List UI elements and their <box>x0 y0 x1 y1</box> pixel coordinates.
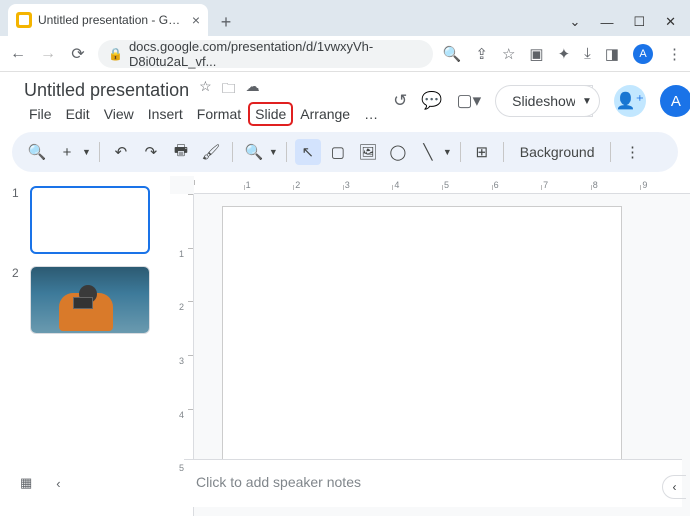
browser-menu-icon[interactable]: ⋮ <box>667 45 682 63</box>
line-tool[interactable]: ╲ <box>415 139 441 165</box>
cloud-status-icon[interactable]: ☁ <box>246 78 260 102</box>
minimize-icon[interactable]: — <box>600 15 613 30</box>
slide-canvas[interactable] <box>222 206 622 466</box>
undo-button[interactable]: ↶ <box>108 139 134 165</box>
url-text: docs.google.com/presentation/d/1vwxyVh-D… <box>129 39 423 69</box>
new-slide-dropdown[interactable]: ▼ <box>82 147 91 157</box>
menu-edit[interactable]: Edit <box>61 104 95 124</box>
menu-view[interactable]: View <box>99 104 139 124</box>
new-tab-button[interactable]: + <box>212 8 240 36</box>
comments-icon[interactable]: 💬 <box>421 91 442 111</box>
notes-placeholder: Click to add speaker notes <box>196 474 361 490</box>
redo-button[interactable]: ↷ <box>138 139 164 165</box>
share-url-icon[interactable]: ⇪ <box>475 45 488 63</box>
sidepanel-icon[interactable]: ◨ <box>605 45 619 63</box>
zoom-icon[interactable]: 🔍 <box>443 45 462 63</box>
paint-format-button[interactable]: 🖌 <box>198 139 224 165</box>
line-dropdown[interactable]: ▼ <box>443 147 452 157</box>
downloads-icon[interactable]: ⤓ <box>584 45 591 62</box>
slideshow-dropdown[interactable]: ▼ <box>575 85 600 117</box>
thumbnail-number: 2 <box>12 266 22 334</box>
menu-…[interactable]: … <box>359 104 383 124</box>
extensions-icon[interactable]: ✦ <box>558 45 571 63</box>
zoom-dropdown[interactable]: ▼ <box>269 147 278 157</box>
zoom-button[interactable]: 🔍 <box>241 139 267 165</box>
select-tool[interactable]: ↖ <box>295 139 321 165</box>
menu-slide[interactable]: Slide <box>250 104 291 124</box>
history-icon[interactable]: ↺ <box>393 91 407 111</box>
menu-bar: FileEditViewInsertFormatSlideArrange… <box>24 104 383 124</box>
search-menus-icon[interactable]: 🔍 <box>24 139 50 165</box>
address-bar: ← → ⟳ 🔒 docs.google.com/presentation/d/1… <box>0 36 690 72</box>
textbox-tool[interactable]: ▢ <box>325 139 351 165</box>
thumbnail-slide[interactable] <box>30 266 150 334</box>
move-doc-icon[interactable]: 🗀 <box>222 78 236 102</box>
shape-tool[interactable]: ◯ <box>385 139 411 165</box>
print-button[interactable]: 🖶 <box>168 139 194 165</box>
meet-icon[interactable]: ▢▾ <box>457 91 482 111</box>
menu-format[interactable]: Format <box>192 104 246 124</box>
reload-button[interactable]: ⟳ <box>68 44 88 64</box>
menu-arrange[interactable]: Arrange <box>295 104 355 124</box>
browser-tab[interactable]: Untitled presentation - Google Slides × <box>8 4 208 36</box>
comment-add-button[interactable]: ⊞ <box>469 139 495 165</box>
back-button[interactable]: ← <box>8 45 28 63</box>
window-controls: ⌄ — ☐ ✕ <box>570 14 690 36</box>
menu-insert[interactable]: Insert <box>143 104 188 124</box>
prev-slide-icon[interactable]: ‹ <box>56 476 60 491</box>
profile-avatar[interactable]: A <box>633 44 653 64</box>
background-button[interactable]: Background <box>512 144 603 160</box>
thumbnail-row: 2 <box>12 266 158 334</box>
grid-view-icon[interactable]: ▦ <box>20 475 32 491</box>
chevron-down-icon[interactable]: ⌄ <box>570 14 581 30</box>
slideshow-split-button[interactable]: Slideshow ▼ <box>495 85 600 117</box>
slide[interactable] <box>223 207 621 465</box>
thumbnail-row: 1 <box>12 186 158 254</box>
thumbnail-number: 1 <box>12 186 22 254</box>
maximize-icon[interactable]: ☐ <box>633 14 645 30</box>
account-avatar[interactable]: A <box>660 85 690 117</box>
forward-button[interactable]: → <box>38 45 58 63</box>
star-doc-icon[interactable]: ☆ <box>199 78 212 102</box>
thumbnail-image <box>31 267 149 333</box>
toolbar: 🔍 +▼ ↶ ↷ 🖶 🖌 🔍▼ ↖ ▢ 🖼 ◯ ╲▼ ⊞ Background … <box>12 132 678 172</box>
close-window-icon[interactable]: ✕ <box>665 14 676 30</box>
toolbar-overflow[interactable]: ⋮ <box>619 139 645 165</box>
image-tool[interactable]: 🖼 <box>355 139 381 165</box>
speaker-notes[interactable]: Click to add speaker notes <box>184 459 682 507</box>
browser-tab-strip: Untitled presentation - Google Slides × … <box>0 0 690 36</box>
slides-favicon <box>16 12 32 28</box>
star-icon[interactable]: ☆ <box>502 45 515 63</box>
share-button[interactable]: 👤⁺ <box>614 85 646 117</box>
explore-button[interactable]: ‹ <box>662 475 686 499</box>
new-slide-button[interactable]: + <box>54 139 80 165</box>
lock-icon: 🔒 <box>108 47 123 61</box>
tab-title: Untitled presentation - Google Slides <box>38 13 186 27</box>
cast-icon[interactable]: ▣ <box>529 45 543 63</box>
menu-file[interactable]: File <box>24 104 57 124</box>
ruler-horizontal: 123456789 <box>194 176 690 194</box>
doc-title[interactable]: Untitled presentation <box>24 80 189 101</box>
bottom-left-controls: ▦ ‹ <box>12 459 172 507</box>
app-header: Untitled presentation ☆ 🗀 ☁ FileEditView… <box>0 72 690 124</box>
close-tab-icon[interactable]: × <box>192 12 200 28</box>
thumbnail-slide[interactable] <box>30 186 150 254</box>
url-field[interactable]: 🔒 docs.google.com/presentation/d/1vwxyVh… <box>98 40 433 68</box>
